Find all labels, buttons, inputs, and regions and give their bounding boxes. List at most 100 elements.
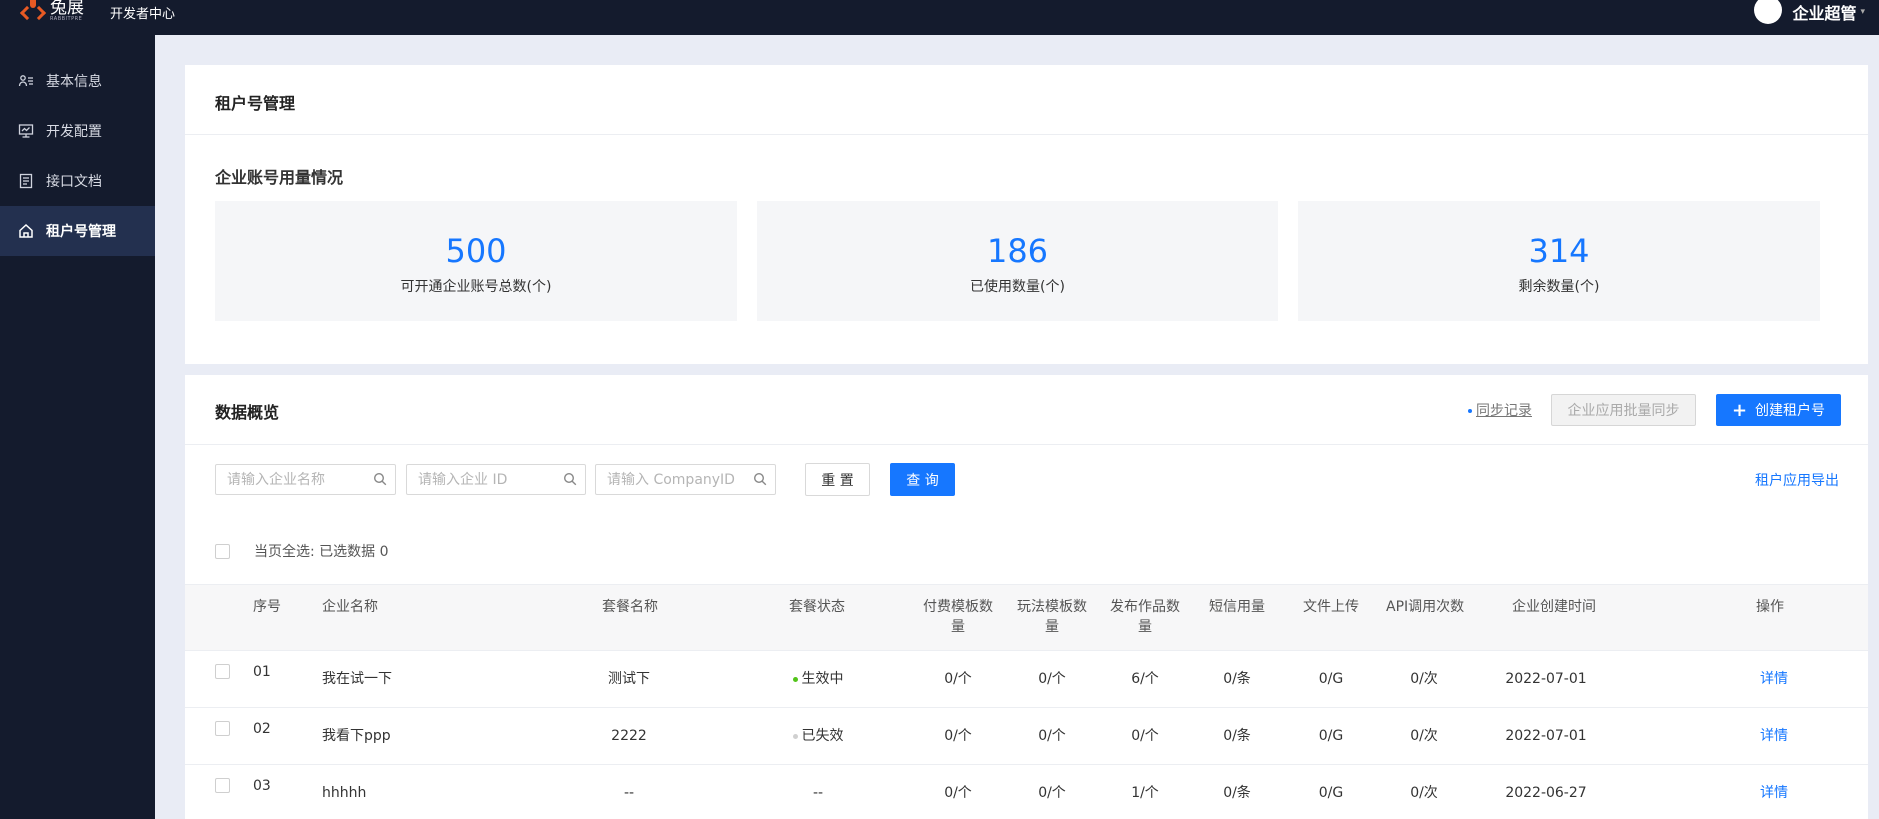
- col-paid-templates-line1: 付费模板数: [923, 599, 993, 615]
- col-play-templates: 玩法模板数量: [1016, 597, 1088, 637]
- chevron-down-icon[interactable]: ▾: [1860, 7, 1865, 17]
- monitor-icon: [18, 123, 34, 139]
- detail-link[interactable]: 详情: [1760, 783, 1788, 803]
- col-play-templates-line1: 玩法模板数: [1017, 599, 1087, 615]
- stat-value: 500: [445, 232, 507, 270]
- row-paid: 0/个: [944, 671, 972, 687]
- company-name-search[interactable]: [215, 464, 396, 495]
- stat-value: 314: [1528, 232, 1590, 270]
- col-paid-templates: 付费模板数量: [922, 597, 994, 637]
- sidebar-item-api-docs[interactable]: 接口文档: [0, 156, 155, 206]
- create-tenant-label: 创建租户号: [1755, 403, 1826, 419]
- rabbit-logo-icon: [19, 0, 47, 28]
- avatar[interactable]: [1754, 0, 1783, 24]
- search-icon[interactable]: [373, 472, 387, 486]
- row-play: 0/个: [1038, 671, 1066, 687]
- select-all-text: 当页全选:: [254, 544, 315, 560]
- table-row: 03 hhhhh -- -- 0/个 0/个 1/个 0/条 0/G 0/次 2…: [185, 765, 1868, 819]
- sidebar-item-label: 开发配置: [46, 124, 102, 140]
- row-package: 2222: [611, 728, 647, 744]
- col-status: 套餐状态: [789, 599, 845, 615]
- stat-label: 剩余数量(个): [1518, 279, 1600, 295]
- brand-logo[interactable]: 兔展 RABBITPRE: [19, 0, 84, 30]
- col-api-calls: API调用次数: [1386, 599, 1465, 615]
- companyid-search[interactable]: [595, 464, 776, 495]
- query-button[interactable]: 查 询: [890, 463, 955, 496]
- row-company: 我在试一下: [322, 671, 392, 687]
- reset-button[interactable]: 重 置: [805, 463, 870, 496]
- select-all-bar: 当页全选: 已选数据 0: [215, 541, 389, 561]
- company-id-search[interactable]: [406, 464, 586, 495]
- row-checkbox[interactable]: [215, 664, 230, 679]
- create-tenant-button[interactable]: + 创建租户号: [1716, 394, 1841, 426]
- batch-sync-button[interactable]: 企业应用批量同步: [1551, 394, 1696, 426]
- search-icon[interactable]: [563, 472, 577, 486]
- home-icon: [18, 223, 34, 239]
- sidebar-item-dev-config[interactable]: 开发配置: [0, 106, 155, 156]
- status-dot-icon: [792, 676, 798, 682]
- row-status: 生效中: [759, 669, 877, 689]
- row-status: 已失效: [759, 726, 877, 746]
- company-name-input[interactable]: [216, 465, 365, 494]
- stat-label: 已使用数量(个): [970, 279, 1065, 295]
- section-title: 数据概览: [215, 403, 280, 422]
- detail-link[interactable]: 详情: [1760, 669, 1788, 689]
- companyid-input[interactable]: [596, 465, 745, 494]
- divider: [185, 444, 1868, 445]
- col-paid-templates-line2: 量: [951, 619, 965, 635]
- document-icon: [18, 173, 34, 189]
- sync-record-link[interactable]: 同步记录: [1468, 400, 1532, 420]
- row-play: 0/个: [1038, 785, 1066, 801]
- col-created: 企业创建时间: [1512, 599, 1596, 615]
- sidebar-item-label: 租户号管理: [46, 224, 116, 240]
- row-created: 2022-07-01: [1505, 728, 1587, 744]
- selected-count: 已选数据 0: [319, 544, 389, 560]
- col-upload: 文件上传: [1303, 599, 1359, 615]
- section-title[interactable]: 开发者中心: [110, 3, 175, 22]
- stat-card-used: 186 已使用数量(个): [757, 201, 1278, 321]
- row-api: 0/次: [1410, 728, 1438, 744]
- row-api: 0/次: [1410, 671, 1438, 687]
- search-icon[interactable]: [753, 472, 767, 486]
- usage-title: 企业账号用量情况: [215, 168, 344, 187]
- row-sms: 0/条: [1223, 671, 1251, 687]
- select-all-label: 当页全选: 已选数据 0: [254, 541, 389, 561]
- row-upload: 0/G: [1318, 728, 1344, 744]
- sidebar-item-label: 基本信息: [46, 74, 102, 90]
- table-header: 序号 企业名称 套餐名称 套餐状态 付费模板数量 玩法模板数量 发布作品数量 短…: [185, 584, 1868, 651]
- detail-link[interactable]: 详情: [1760, 726, 1788, 746]
- col-sms: 短信用量: [1209, 599, 1265, 615]
- table-row: 02 我看下ppp 2222 已失效 0/个 0/个 0/个 0/条 0/G 0…: [185, 708, 1868, 765]
- col-published-works: 发布作品数量: [1109, 597, 1181, 637]
- brand-subtitle: RABBITPRE: [50, 16, 83, 22]
- top-bar: 兔展 RABBITPRE 开发者中心 企业超管 ▾: [0, 0, 1879, 35]
- row-paid: 0/个: [944, 728, 972, 744]
- row-status-text: 生效中: [801, 671, 844, 687]
- row-api: 0/次: [1410, 785, 1438, 801]
- brand-name: 兔展: [50, 0, 84, 18]
- row-index: 03: [253, 778, 271, 794]
- company-id-input[interactable]: [407, 465, 555, 494]
- row-works: 6/个: [1131, 671, 1159, 687]
- data-overview-panel: 数据概览 同步记录 企业应用批量同步 + 创建租户号 重 置 查 询 租户应用导…: [185, 375, 1868, 819]
- row-checkbox[interactable]: [215, 721, 230, 736]
- row-package: --: [623, 785, 635, 801]
- sidebar: 基本信息 开发配置 接口文档 租户号管理: [0, 35, 155, 819]
- export-link[interactable]: 租户应用导出: [1755, 470, 1839, 490]
- user-menu[interactable]: 企业超管 ▾: [1754, 0, 1865, 24]
- sidebar-item-basic-info[interactable]: 基本信息: [0, 56, 155, 106]
- row-works: 1/个: [1131, 785, 1159, 801]
- row-company: hhhhh: [322, 785, 367, 801]
- user-card-icon: [18, 73, 34, 89]
- select-all-checkbox[interactable]: [215, 543, 230, 559]
- user-name[interactable]: 企业超管: [1792, 0, 1856, 24]
- row-status-text: 已失效: [801, 728, 844, 744]
- stat-card-remaining: 314 剩余数量(个): [1298, 201, 1820, 321]
- row-index: 01: [253, 664, 271, 680]
- row-status: --: [812, 785, 824, 801]
- row-checkbox[interactable]: [215, 778, 230, 793]
- sidebar-item-tenant-management[interactable]: 租户号管理: [0, 206, 155, 256]
- sync-record-label[interactable]: 同步记录: [1476, 403, 1532, 419]
- row-created: 2022-06-27: [1505, 785, 1587, 801]
- col-published-works-line1: 发布作品数: [1110, 599, 1180, 615]
